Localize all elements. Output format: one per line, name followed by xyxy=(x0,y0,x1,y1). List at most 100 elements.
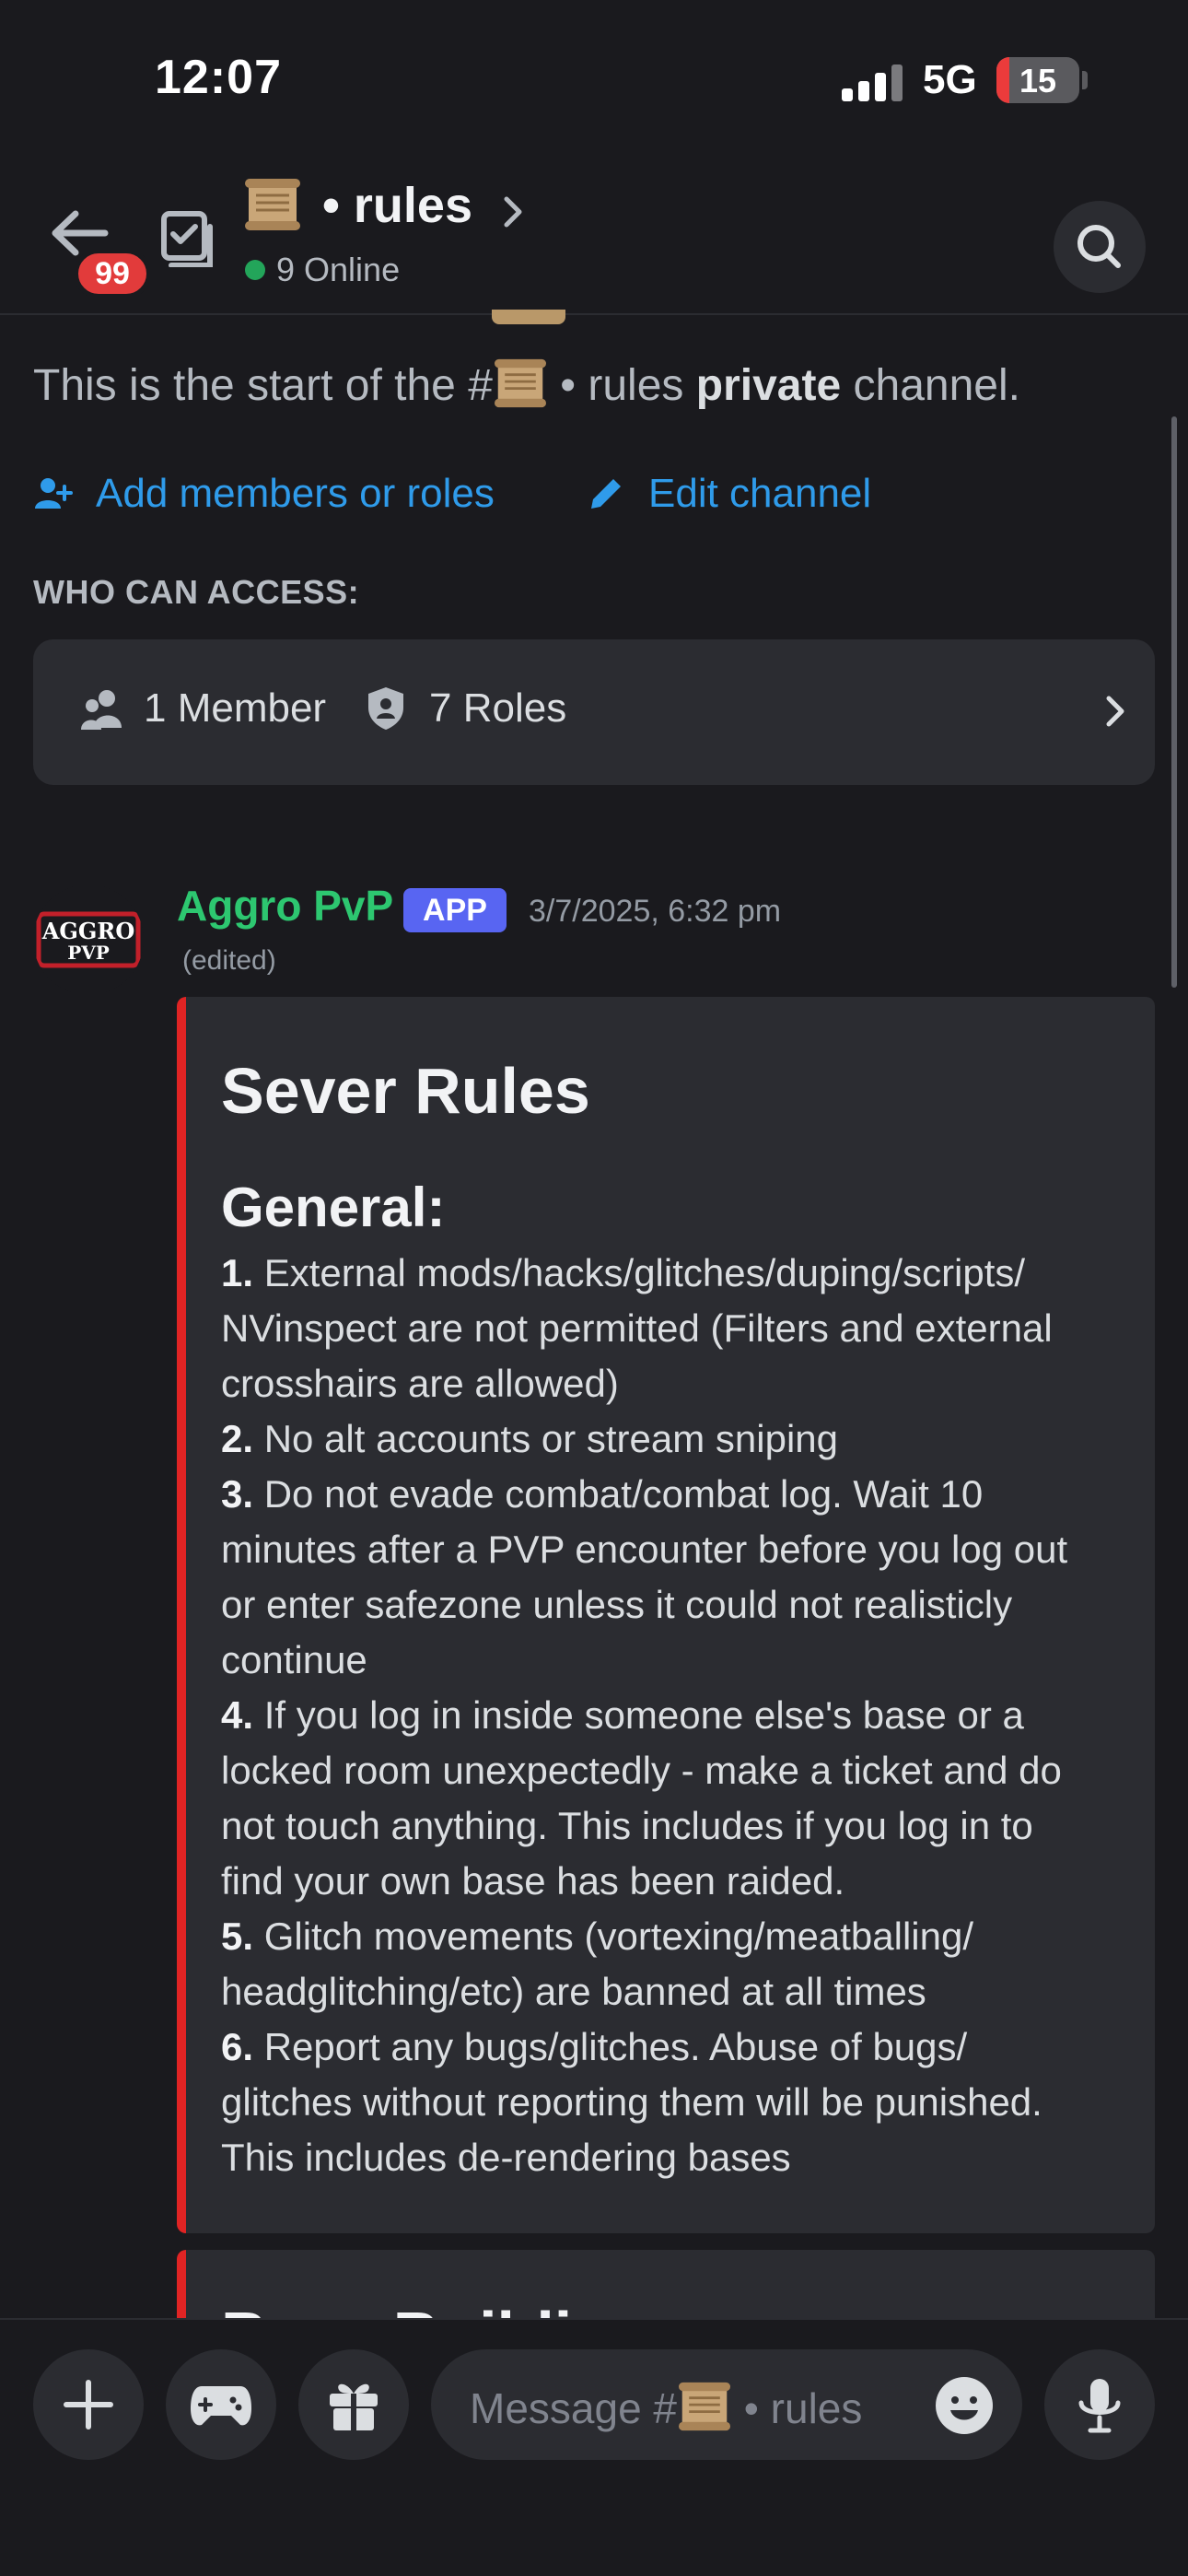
rule-line: locked room unexpectedly - make a ticket… xyxy=(221,1743,1133,1798)
scrollbar[interactable] xyxy=(1171,416,1177,988)
scroll-icon xyxy=(245,179,300,230)
rule-number: 1. xyxy=(221,1251,254,1294)
network-type: 5G xyxy=(923,57,977,102)
rule-line: headglitching/etc) are banned at all tim… xyxy=(221,1964,1133,2020)
rule-text: continue xyxy=(221,1638,367,1681)
shield-icon xyxy=(368,687,403,730)
rule-line: 2. No alt accounts or stream sniping xyxy=(221,1411,1133,1467)
who-can-access-label: WHO CAN ACCESS: xyxy=(33,573,360,611)
access-card[interactable]: 1 Member 7 Roles xyxy=(33,639,1155,785)
message-edited-label: (edited) xyxy=(182,945,276,976)
intro-prefix: This is the start of the # xyxy=(33,361,493,410)
aggro-pvp-logo: AGGRO PVP xyxy=(33,884,144,995)
rule-text: External mods/hacks/glitches/duping/scri… xyxy=(253,1251,1026,1294)
rule-number: 3. xyxy=(221,1472,254,1516)
rule-text: Report any bugs/glitches. Abuse of bugs/ xyxy=(253,2025,968,2068)
search-button[interactable] xyxy=(1054,201,1146,293)
rule-text: Do not evade combat/combat log. Wait 10 xyxy=(253,1472,984,1516)
rule-text: No alt accounts or stream sniping xyxy=(253,1417,838,1460)
rule-line: glitches without reporting them will be … xyxy=(221,2075,1133,2130)
rule-line: This includes de-rendering bases xyxy=(221,2130,1133,2185)
rule-text: find your own base has been raided. xyxy=(221,1859,845,1903)
pencil-icon xyxy=(591,479,621,509)
rule-line: 5. Glitch movements (vortexing/meatballi… xyxy=(221,1909,1133,1964)
rule-number: 6. xyxy=(221,2025,254,2068)
channel-intro-text: This is the start of the # • rules priva… xyxy=(33,357,1020,411)
attach-button[interactable] xyxy=(33,2349,144,2460)
rule-number: 2. xyxy=(221,1417,254,1460)
activities-button[interactable] xyxy=(166,2349,276,2460)
rule-text: glitches without reporting them will be … xyxy=(221,2080,1042,2124)
rules-list: 1. External mods/hacks/glitches/duping/s… xyxy=(221,1246,1133,2185)
rule-text: headglitching/etc) are banned at all tim… xyxy=(221,1970,926,2013)
placeholder-prefix: Message # xyxy=(470,2384,678,2432)
rule-line: 6. Report any bugs/glitches. Abuse of bu… xyxy=(221,2020,1133,2075)
rule-text: Glitch movements (vortexing/meatballing/ xyxy=(253,1914,974,1958)
rule-line: crosshairs are allowed) xyxy=(221,1356,1133,1411)
rule-line: not touch anything. This includes if you… xyxy=(221,1798,1133,1854)
channel-icon-peek xyxy=(492,310,565,324)
search-icon xyxy=(1077,225,1121,268)
add-members-button[interactable]: Add members or roles xyxy=(33,466,495,521)
battery-nub xyxy=(1082,71,1088,89)
rule-text: This includes de-rendering bases xyxy=(221,2136,791,2179)
intro-channel: • rules xyxy=(547,361,696,410)
member-count: 1 Member xyxy=(144,685,327,731)
online-status-dot xyxy=(245,260,265,280)
rule-text: If you log in inside someone else's base… xyxy=(253,1693,1024,1737)
message-input[interactable]: Message # • rules xyxy=(431,2349,1022,2460)
rule-line: 4. If you log in inside someone else's b… xyxy=(221,1688,1133,1743)
battery-percent: 15 xyxy=(1019,62,1057,100)
placeholder-channel: • rules xyxy=(732,2384,863,2432)
unread-badge: 99 xyxy=(74,249,151,299)
rule-line: or enter safezone unless it could not re… xyxy=(221,1577,1133,1633)
rule-line: minutes after a PVP encounter before you… xyxy=(221,1522,1133,1577)
rule-text: not touch anything. This includes if you… xyxy=(221,1804,1033,1847)
status-bar: 12:07 5G 15 xyxy=(0,0,1188,157)
discord-channel-screen: 12:07 5G 15 99 • rules 9 Online This is … xyxy=(0,0,1188,2576)
rule-text: locked room unexpectedly - make a ticket… xyxy=(221,1749,1062,1792)
microphone-icon xyxy=(1078,2379,1121,2433)
message-author[interactable]: Aggro PvP xyxy=(177,881,393,931)
status-time: 12:07 xyxy=(155,51,282,104)
svg-text:AGGRO: AGGRO xyxy=(41,918,134,944)
inbox-check-icon[interactable] xyxy=(158,210,215,267)
rule-text: crosshairs are allowed) xyxy=(221,1362,619,1405)
online-count: 9 Online xyxy=(276,251,401,288)
chevron-right-icon[interactable] xyxy=(497,193,529,230)
gamepad-icon xyxy=(191,2386,251,2426)
rule-line: NVinspect are not permitted (Filters and… xyxy=(221,1301,1133,1356)
intro-suffix: channel. xyxy=(841,361,1020,410)
gift-icon xyxy=(330,2383,378,2430)
voice-message-button[interactable] xyxy=(1044,2349,1155,2460)
chevron-right-icon xyxy=(1106,696,1124,727)
embed-title: Sever Rules xyxy=(221,1055,590,1127)
rule-line: 3. Do not evade combat/combat log. Wait … xyxy=(221,1467,1133,1522)
embed-section-heading: General: xyxy=(221,1177,446,1238)
rule-number: 5. xyxy=(221,1914,254,1958)
edit-channel-button[interactable]: Edit channel xyxy=(586,466,871,521)
message-timestamp: 3/7/2025, 6:32 pm xyxy=(529,894,782,929)
avatar[interactable]: AGGRO PVP xyxy=(33,884,144,995)
composer-bar: Message # • rules xyxy=(0,2318,1188,2576)
rule-line: continue xyxy=(221,1633,1133,1688)
app-tag: APP xyxy=(403,888,507,932)
gift-button[interactable] xyxy=(298,2349,409,2460)
edit-channel-label: Edit channel xyxy=(648,471,872,516)
rule-text: NVinspect are not permitted (Filters and… xyxy=(221,1306,1053,1350)
role-count: 7 Roles xyxy=(429,685,567,731)
battery-icon: 15 xyxy=(996,57,1079,103)
channel-title[interactable]: • rules xyxy=(322,177,472,234)
plus-icon xyxy=(64,2380,113,2430)
scroll-icon xyxy=(679,2382,731,2431)
rules-embed: Sever Rules General: 1. External mods/ha… xyxy=(177,997,1155,2233)
emoji-icon[interactable] xyxy=(934,2375,995,2436)
signal-icon xyxy=(842,63,903,101)
rule-text: minutes after a PVP encounter before you… xyxy=(221,1528,1068,1571)
svg-text:PVP: PVP xyxy=(67,942,110,964)
add-members-label: Add members or roles xyxy=(96,471,495,516)
scroll-icon xyxy=(494,358,546,408)
message-placeholder: Message # • rules xyxy=(470,2381,862,2433)
rule-line: find your own base has been raided. xyxy=(221,1854,1133,1909)
rule-number: 4. xyxy=(221,1693,254,1737)
